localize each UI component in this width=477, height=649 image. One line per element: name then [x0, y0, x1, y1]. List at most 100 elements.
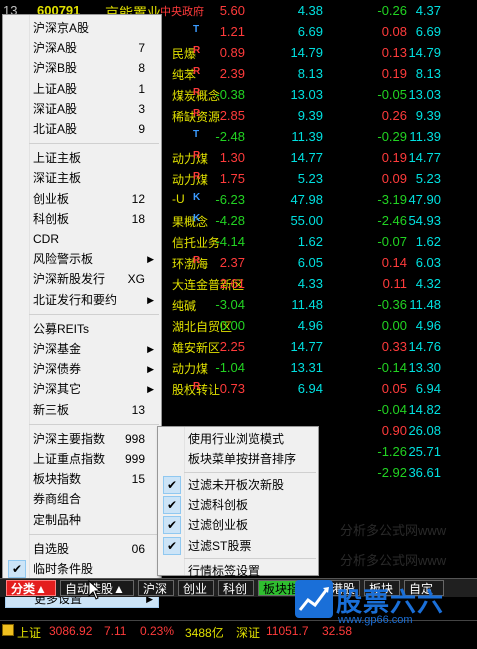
concept-name: 动力煤: [172, 152, 209, 166]
menu-item[interactable]: 风险警示板 ▶: [5, 249, 159, 269]
change-percent: 2.61: [219, 276, 245, 291]
menu-item[interactable]: 沪深京A股: [5, 18, 159, 38]
mouse-cursor-icon: [88, 580, 102, 600]
submenu-arrow-icon: ▶: [147, 294, 154, 305]
last-price: 36.61: [408, 465, 441, 480]
menu-item[interactable]: 深证主板: [5, 168, 159, 188]
last-price: 6.03: [415, 255, 441, 270]
menu-item[interactable]: 科创板 18: [5, 209, 159, 229]
price: 14.77: [290, 150, 323, 165]
price: 11.48: [291, 297, 323, 312]
submenu-item[interactable]: ✔ 过滤科创板: [160, 495, 316, 515]
submenu-arrow-icon: ▶: [147, 254, 154, 265]
menu-item-shortcut: 8: [138, 61, 145, 76]
watermark-text: 分析多公式网www: [340, 523, 447, 538]
menu-item[interactable]: 公募REITs: [5, 319, 159, 339]
category-tab[interactable]: 沪深: [138, 580, 174, 596]
change-value: 0.08: [381, 24, 407, 39]
price: 14.79: [290, 45, 323, 60]
menu-item[interactable]: 自选股 06: [5, 539, 159, 559]
menu-item-label: CDR: [33, 232, 59, 246]
menu-item[interactable]: 沪深新股发行 XG: [5, 269, 159, 289]
sh-index-label: 上证: [17, 626, 42, 640]
last-price: 47.90: [408, 192, 441, 207]
category-tab[interactable]: 科创: [218, 580, 254, 596]
menu-item[interactable]: 上证重点指数 999: [5, 449, 159, 469]
change-percent: 5.60: [219, 3, 245, 18]
last-price: 11.48: [409, 297, 441, 312]
checkmark-icon: ✔: [163, 475, 181, 494]
sh-index-change: 7.11: [104, 624, 127, 638]
row-flag: T: [193, 129, 200, 140]
sh-turnover: 3488亿: [185, 626, 224, 640]
menu-item-label: 新三板: [33, 402, 70, 417]
category-context-menu: 沪深京A股 沪深A股 7 沪深B股 8 上证A股 1 深证A股 3 北证A股 9 上证主板 深证主板 创业…: [2, 14, 162, 609]
more-settings-submenu: 使用行业浏览模式 板块菜单按拼音排序 ✔ 过滤未开板次新股 ✔ 过滤科创板 ✔ 过滤创业板 ✔ 过…: [157, 426, 319, 578]
menu-item[interactable]: 沪深主要指数 998: [5, 429, 159, 449]
row-flag: R: [193, 171, 201, 182]
change-value: 0.26: [381, 108, 407, 123]
menu-item[interactable]: 上证主板: [5, 148, 159, 168]
submenu-item[interactable]: ✔ 过滤ST股票: [160, 536, 316, 556]
menu-item[interactable]: 新三板 13: [5, 400, 159, 420]
submenu-item[interactable]: 使用行业浏览模式: [160, 429, 316, 449]
menu-item-shortcut: 13: [131, 402, 145, 417]
menu-item-label: 创业板: [33, 191, 70, 206]
price: 4.38: [297, 3, 323, 18]
last-price: 5.23: [415, 171, 441, 186]
menu-item[interactable]: 沪深其它 ▶: [5, 379, 159, 399]
price: 11.39: [291, 129, 323, 144]
menu-item-label: 定制品种: [33, 512, 82, 527]
change-percent: 2.85: [219, 108, 245, 123]
submenu-arrow-icon: ▶: [147, 384, 154, 395]
sh-index-value: 3086.92: [49, 624, 93, 638]
menu-item[interactable]: 深证A股 3: [5, 99, 159, 119]
menu-item-shortcut: 999: [124, 452, 145, 466]
menu-item[interactable]: 券商组合: [5, 489, 159, 509]
category-tab[interactable]: 创业: [178, 580, 214, 596]
menu-item[interactable]: 沪深B股 8: [5, 58, 159, 78]
menu-item-shortcut: 1: [138, 81, 145, 96]
price: 4.33: [297, 276, 323, 291]
price: 1.62: [297, 234, 323, 249]
submenu-item[interactable]: ✔ 过滤创业板: [160, 515, 316, 535]
menu-item[interactable]: 沪深A股 7: [5, 38, 159, 58]
menu-item-label: 沪深A股: [33, 41, 78, 56]
change-percent: 1.21: [219, 24, 245, 39]
submenu-item[interactable]: 板块菜单按拼音排序: [160, 449, 316, 469]
change-percent: 1.75: [219, 171, 245, 186]
last-price: 26.08: [408, 423, 441, 438]
concept-name: 雄安新区: [172, 341, 221, 355]
menu-item-shortcut: XG: [127, 272, 145, 287]
change-value: -0.14: [377, 360, 407, 375]
menu-item[interactable]: 板块指数 15: [5, 469, 159, 489]
menu-item[interactable]: 沪深基金 ▶: [5, 339, 159, 359]
menu-item[interactable]: 上证A股 1: [5, 79, 159, 99]
submenu-item-label: 板块菜单按拼音排序: [188, 452, 297, 467]
submenu-item-label: 过滤创业板: [188, 518, 249, 533]
menu-item-label: 科创板: [33, 211, 70, 226]
row-flag: R: [193, 381, 201, 392]
menu-item[interactable]: 创业板 12: [5, 189, 159, 209]
menu-item[interactable]: 沪深债券 ▶: [5, 359, 159, 379]
menu-item[interactable]: 北证A股 9: [5, 119, 159, 139]
submenu-item[interactable]: ✔ 过滤未开板次新股: [160, 475, 316, 495]
menu-item[interactable]: CDR: [5, 229, 159, 249]
last-price: 14.76: [408, 339, 441, 354]
change-value: -0.36: [377, 297, 407, 312]
submenu-arrow-icon: ▶: [147, 364, 154, 375]
menu-item[interactable]: ✔ 临时条件股: [5, 559, 159, 579]
last-price: 6.94: [415, 381, 441, 396]
menu-item-label: 沪深京A股: [33, 21, 90, 35]
menu-item[interactable]: 北证发行和要约 ▶: [5, 290, 159, 310]
market-icon[interactable]: [2, 624, 14, 636]
change-percent: 0.00: [219, 318, 245, 333]
site-watermark-logo: 股票六六 www.gp66.com: [290, 578, 477, 638]
row-flag: R: [193, 45, 201, 56]
menu-item-label: 上证主板: [33, 151, 82, 166]
sh-index-percent: 0.23%: [140, 624, 175, 638]
last-price: 13.03: [408, 87, 441, 102]
concept-name: 信托业务: [172, 236, 221, 250]
menu-item[interactable]: 定制品种: [5, 510, 159, 530]
category-tab[interactable]: 分类▲: [6, 580, 56, 596]
